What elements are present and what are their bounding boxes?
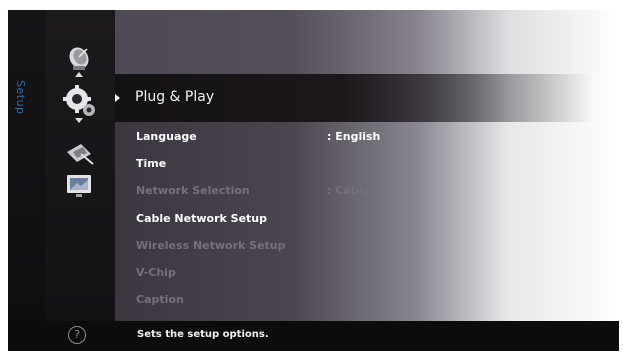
network-satellite-icon[interactable] [61, 134, 99, 172]
menu-item-time[interactable]: Time [136, 157, 166, 170]
menu-item-language[interactable]: Language [136, 130, 197, 143]
setup-menu-panel: Plug & Play Language : English Time Netw… [115, 10, 619, 321]
satellite-dish-icon[interactable] [61, 38, 99, 76]
tv-screen: Setup Plug & Play Language: English Tim… [8, 10, 619, 351]
panel-header-band [115, 10, 619, 74]
menu-item-v-chip: V-Chip [136, 266, 176, 279]
network-selection-value: : Cable [327, 184, 370, 197]
scroll-up-icon[interactable] [75, 72, 83, 77]
category-icon-column [45, 10, 115, 321]
help-icon[interactable]: ? [68, 326, 86, 344]
status-bar: ? Sets the setup options. [8, 321, 619, 351]
tv-screen-icon[interactable] [61, 168, 99, 206]
menu-item-wireless-network-setup: Wireless Network Setup [136, 239, 286, 252]
menu-item-network-selection: Network Selection [136, 184, 250, 197]
status-description: Sets the setup options. [137, 329, 269, 340]
selection-caret-icon [115, 94, 120, 102]
language-value: : English [327, 130, 381, 143]
menu-item-caption: Caption [136, 293, 184, 306]
rail-label: Setup [14, 80, 27, 115]
scroll-down-icon[interactable] [75, 118, 83, 123]
side-rail: Setup [8, 10, 45, 321]
menu-item-plug-and-play[interactable]: Plug & Play [135, 89, 214, 105]
gears-icon[interactable] [61, 82, 99, 120]
menu-item-cable-network-setup[interactable]: Cable Network Setup [136, 212, 267, 225]
